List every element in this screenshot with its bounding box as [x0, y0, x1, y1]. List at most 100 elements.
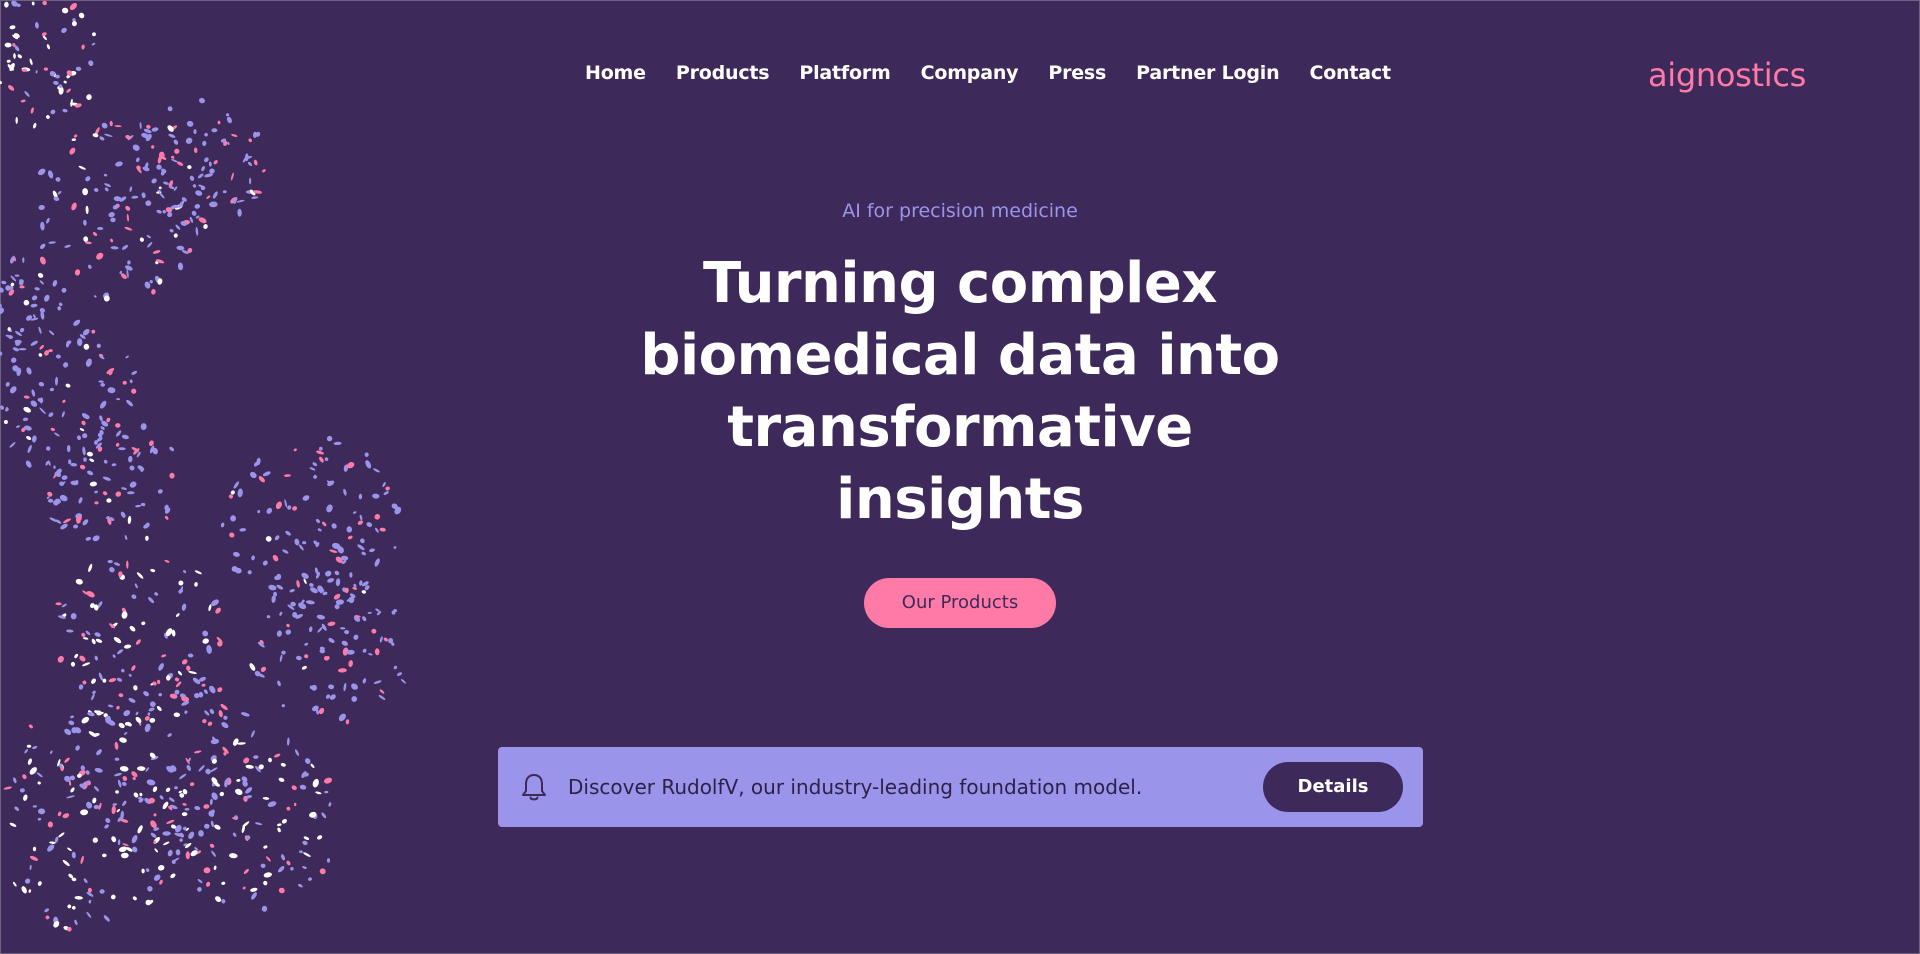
nav-products[interactable]: Products: [676, 62, 770, 84]
nav-contact[interactable]: Contact: [1309, 62, 1391, 84]
cell-dot: [266, 856, 271, 862]
cell-dot: [55, 354, 61, 359]
nav-company[interactable]: Company: [921, 62, 1019, 84]
cell-dot: [266, 507, 273, 514]
cell-dot: [3, 786, 12, 790]
cell-dot: [91, 42, 96, 46]
cell-dot: [63, 362, 69, 368]
cell-dot: [82, 637, 89, 640]
cell-dot: [348, 660, 353, 668]
cell-dot: [58, 832, 65, 838]
cell-dot: [280, 854, 286, 861]
cell-dot: [74, 895, 83, 900]
cell-dot: [82, 446, 86, 456]
nav-press[interactable]: Press: [1048, 62, 1106, 84]
cell-dot: [139, 792, 143, 797]
cell-dot: [103, 459, 108, 464]
cell-dot: [31, 1, 35, 6]
nav-partner-login[interactable]: Partner Login: [1136, 62, 1279, 84]
cell-dot: [66, 629, 74, 633]
cell-dot: [102, 853, 107, 858]
cell-dot: [317, 528, 322, 532]
cell-dot: [83, 878, 88, 884]
cell-dot: [81, 716, 90, 724]
cell-dot: [132, 896, 137, 901]
cell-dot: [374, 527, 379, 533]
cell-dot: [148, 597, 155, 604]
cell-dot: [61, 475, 68, 480]
cell-dot: [129, 481, 137, 488]
cell-dot: [62, 108, 68, 113]
cell-dot: [145, 899, 152, 906]
cell-dot: [70, 462, 78, 467]
cell-dot: [249, 471, 257, 479]
cell-dot: [37, 781, 41, 785]
cell-dot: [95, 638, 103, 643]
cell-dot: [296, 655, 302, 661]
cell-dot: [374, 558, 380, 567]
cell-dot: [104, 187, 109, 192]
cell-dot: [66, 445, 71, 453]
cell-dot: [85, 770, 90, 775]
cell-dot: [39, 344, 45, 350]
cell-dot: [379, 636, 383, 643]
cell-dot: [319, 868, 326, 875]
cell-dot: [361, 551, 366, 556]
cell-dot: [67, 904, 72, 909]
cell-dot: [92, 797, 97, 804]
brand-logo[interactable]: aignostics: [1648, 56, 1806, 94]
cell-dot: [64, 757, 70, 763]
cell-dot: [10, 357, 17, 363]
cell-dot: [45, 915, 50, 920]
cell-dot: [281, 650, 286, 655]
cell-dot: [88, 899, 92, 904]
cell-dot: [284, 499, 288, 508]
cell-dot: [323, 777, 333, 784]
cell-dot: [123, 710, 131, 717]
cell-dot: [62, 399, 66, 403]
cell-dot: [78, 684, 84, 690]
cell-dot: [203, 867, 211, 874]
cell-dot: [209, 798, 213, 806]
cell-dot: [66, 795, 75, 799]
cell-dot: [167, 212, 173, 218]
cell-dot: [293, 448, 297, 452]
cell-dot: [55, 602, 62, 606]
cell-dot: [308, 626, 313, 633]
cell-dot: [319, 456, 324, 463]
cell-dot: [38, 326, 42, 334]
cell-dot: [28, 889, 32, 893]
cell-dot: [341, 640, 349, 646]
cell-dot: [154, 592, 159, 596]
cell-dot: [83, 343, 90, 350]
cell-dot: [286, 806, 291, 811]
cell-dot: [174, 786, 178, 790]
nav-platform[interactable]: Platform: [799, 62, 890, 84]
cell-dot: [75, 578, 83, 585]
cell-dot: [278, 887, 285, 894]
cell-dot: [187, 165, 192, 170]
cell-dot: [129, 379, 133, 384]
cell-dot: [232, 738, 239, 746]
cell-dot: [8, 85, 15, 91]
nav-home[interactable]: Home: [585, 62, 646, 84]
cell-dot: [91, 638, 96, 645]
cell-dot: [379, 689, 385, 694]
details-button[interactable]: Details: [1263, 762, 1403, 812]
cell-dot: [156, 705, 162, 712]
cell-dot: [92, 32, 96, 37]
cell-dot: [46, 446, 51, 451]
cell-dot: [294, 749, 300, 756]
cell-dot: [121, 487, 127, 490]
cell-dot: [91, 329, 96, 334]
cell-dot: [62, 859, 70, 867]
cell-dot: [68, 459, 72, 465]
cell-dot: [184, 807, 190, 811]
cell-dot: [201, 166, 206, 172]
cell-dot: [373, 680, 382, 685]
cell-dot: [158, 191, 165, 199]
cell-dot: [182, 803, 187, 806]
cell-dot: [194, 582, 198, 587]
our-products-button[interactable]: Our Products: [864, 578, 1056, 628]
cell-dot: [169, 228, 174, 233]
